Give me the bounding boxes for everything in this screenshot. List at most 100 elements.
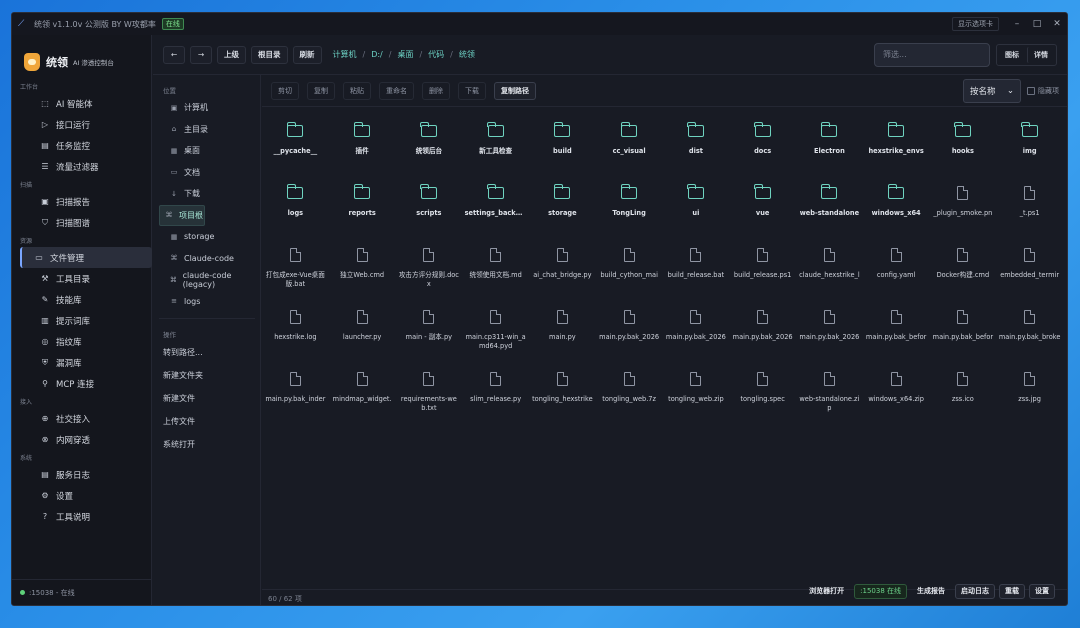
sidebar-item[interactable]: ⊕ 社交接入	[20, 408, 152, 429]
file-item[interactable]: Docker构建.cmd	[930, 241, 997, 303]
file-item[interactable]: main.py	[529, 303, 596, 365]
file-item[interactable]: tongling.spec	[729, 365, 796, 427]
place-item[interactable]: ⌘ Claude-code	[159, 248, 255, 270]
folder-item[interactable]: web-standalone	[796, 179, 863, 241]
file-item[interactable]: 统领使用文档.md	[462, 241, 529, 303]
folder-item[interactable]: __pycache__	[262, 117, 329, 179]
show-tabs-button[interactable]: 显示选项卡	[952, 17, 999, 31]
file-item[interactable]: main.py.bak_befor	[930, 303, 997, 365]
file-item[interactable]: tongling_hexstrike	[529, 365, 596, 427]
close-icon[interactable]: ✕	[1047, 19, 1067, 29]
maximize-icon[interactable]: □	[1027, 19, 1047, 29]
file-item[interactable]: 独立Web.cmd	[329, 241, 396, 303]
folder-item[interactable]: 统领后台	[396, 117, 463, 179]
place-action[interactable]: 上传文件	[153, 410, 260, 433]
file-item[interactable]: build_cython_mai	[596, 241, 663, 303]
file-action-button[interactable]: 复制路径	[494, 81, 536, 100]
file-item[interactable]: tongling_web.zip	[663, 365, 730, 427]
breadcrumb-item[interactable]: 计算机	[333, 49, 357, 60]
sidebar-item[interactable]: ▷ 接口运行	[20, 114, 152, 135]
file-item[interactable]: main.py.bak_2026	[796, 303, 863, 365]
breadcrumb-item[interactable]: D:/	[371, 50, 383, 59]
sidebar-item[interactable]: ? 工具说明	[20, 506, 152, 527]
folder-item[interactable]: settings_backups	[462, 179, 529, 241]
sidebar-item[interactable]: ⊗ 内网穿透	[20, 429, 152, 450]
settings-button[interactable]: 设置	[1029, 583, 1055, 599]
file-item[interactable]: build_release.ps1	[729, 241, 796, 303]
start-log-button[interactable]: 启动日志	[955, 583, 995, 599]
file-action-button[interactable]: 剪切	[271, 81, 299, 100]
place-item[interactable]: ≡ logs	[159, 291, 255, 313]
sidebar-item[interactable]: ☰ 流量过滤器	[20, 156, 152, 177]
folder-item[interactable]: build	[529, 117, 596, 179]
folder-item[interactable]: storage	[529, 179, 596, 241]
folder-item[interactable]: img	[996, 117, 1063, 179]
sidebar-item[interactable]: ▭ 文件管理	[20, 247, 152, 268]
file-item[interactable]: main.py.bak_befor	[863, 303, 930, 365]
place-action[interactable]: 转到路径...	[153, 341, 260, 364]
file-item[interactable]: main.cp311-win_amd64.pyd	[462, 303, 529, 365]
place-action[interactable]: 新建文件夹	[153, 364, 260, 387]
place-item[interactable]: ↓ 下载	[159, 183, 255, 205]
refresh-button[interactable]: 刷新	[292, 45, 322, 64]
breadcrumb-item[interactable]: 桌面	[397, 49, 413, 60]
open-browser-button[interactable]: 浏览器打开	[803, 584, 850, 599]
file-item[interactable]: ai_chat_bridge.py	[529, 241, 596, 303]
file-action-button[interactable]: 粘贴	[343, 81, 371, 100]
sidebar-item[interactable]: ✎ 技能库	[20, 289, 152, 310]
place-item[interactable]: ⌂ 主目录	[159, 119, 255, 141]
forward-button[interactable]: →	[190, 45, 212, 64]
sidebar-item[interactable]: ⬚ AI 智能体	[20, 93, 152, 114]
file-action-button[interactable]: 复制	[307, 81, 335, 100]
file-item[interactable]: hexstrike.log	[262, 303, 329, 365]
folder-item[interactable]: 新工具检查	[462, 117, 529, 179]
file-item[interactable]: web-standalone.zip	[796, 365, 863, 427]
file-item[interactable]: slim_release.py	[462, 365, 529, 427]
folder-item[interactable]: dist	[663, 117, 730, 179]
folder-item[interactable]: scripts	[396, 179, 463, 241]
generate-report-button[interactable]: 生成报告	[911, 584, 951, 599]
file-item[interactable]: main.py.bak_inder	[262, 365, 329, 427]
back-button[interactable]: ←	[163, 45, 185, 64]
sidebar-item[interactable]: ▥ 提示词库	[20, 310, 152, 331]
folder-item[interactable]: TongLing	[596, 179, 663, 241]
file-item[interactable]: zss.ico	[930, 365, 997, 427]
place-item[interactable]: ▦ 桌面	[159, 140, 255, 162]
minimize-icon[interactable]: –	[1007, 19, 1027, 29]
file-item[interactable]: tongling_web.7z	[596, 365, 663, 427]
sidebar-item[interactable]: ⚲ MCP 连接	[20, 373, 152, 394]
file-item[interactable]: launcher.py	[329, 303, 396, 365]
place-item[interactable]: ▭ 文档	[159, 162, 255, 184]
file-action-button[interactable]: 下载	[458, 81, 486, 100]
file-item[interactable]: main.py.bak_2026	[596, 303, 663, 365]
folder-item[interactable]: reports	[329, 179, 396, 241]
file-item[interactable]: build_release.bat	[663, 241, 730, 303]
file-item[interactable]: 攻击方评分规则.docx	[396, 241, 463, 303]
file-item[interactable]: mindmap_widget.	[329, 365, 396, 427]
place-item[interactable]: ⌘ 项目根	[159, 204, 205, 226]
sort-select[interactable]: 按名称 ⌄	[963, 78, 1021, 103]
breadcrumb-item[interactable]: 统领	[459, 49, 475, 60]
sidebar-item[interactable]: ⚒ 工具目录	[20, 268, 152, 289]
folder-item[interactable]: logs	[262, 179, 329, 241]
place-action[interactable]: 新建文件	[153, 387, 260, 410]
filter-input[interactable]	[874, 42, 990, 67]
view-details-button[interactable]: 详情	[1027, 46, 1054, 63]
place-item[interactable]: ⌘ claude-code (legacy)	[159, 269, 255, 291]
folder-item[interactable]: hexstrike_envs	[863, 117, 930, 179]
place-action[interactable]: 系统打开	[153, 433, 260, 456]
folder-item[interactable]: docs	[729, 117, 796, 179]
sidebar-item[interactable]: ⛨ 漏洞库	[20, 352, 152, 373]
file-item[interactable]: _t.ps1	[996, 179, 1063, 241]
file-item[interactable]: main.py.bak_2026	[663, 303, 730, 365]
file-item[interactable]: main.py.bak_2026	[729, 303, 796, 365]
folder-item[interactable]: vue	[729, 179, 796, 241]
file-item[interactable]: main.py.bak_broke	[996, 303, 1063, 365]
file-item[interactable]: 打包成exe-Vue桌面版.bat	[262, 241, 329, 303]
sidebar-item[interactable]: ⛉ 扫描图谱	[20, 212, 152, 233]
folder-item[interactable]: Electron	[796, 117, 863, 179]
root-button[interactable]: 根目录	[251, 45, 288, 64]
show-hidden-checkbox[interactable]: 隐藏项	[1027, 86, 1059, 96]
place-item[interactable]: ▦ storage	[159, 226, 255, 248]
file-item[interactable]: requirements-web.txt	[396, 365, 463, 427]
